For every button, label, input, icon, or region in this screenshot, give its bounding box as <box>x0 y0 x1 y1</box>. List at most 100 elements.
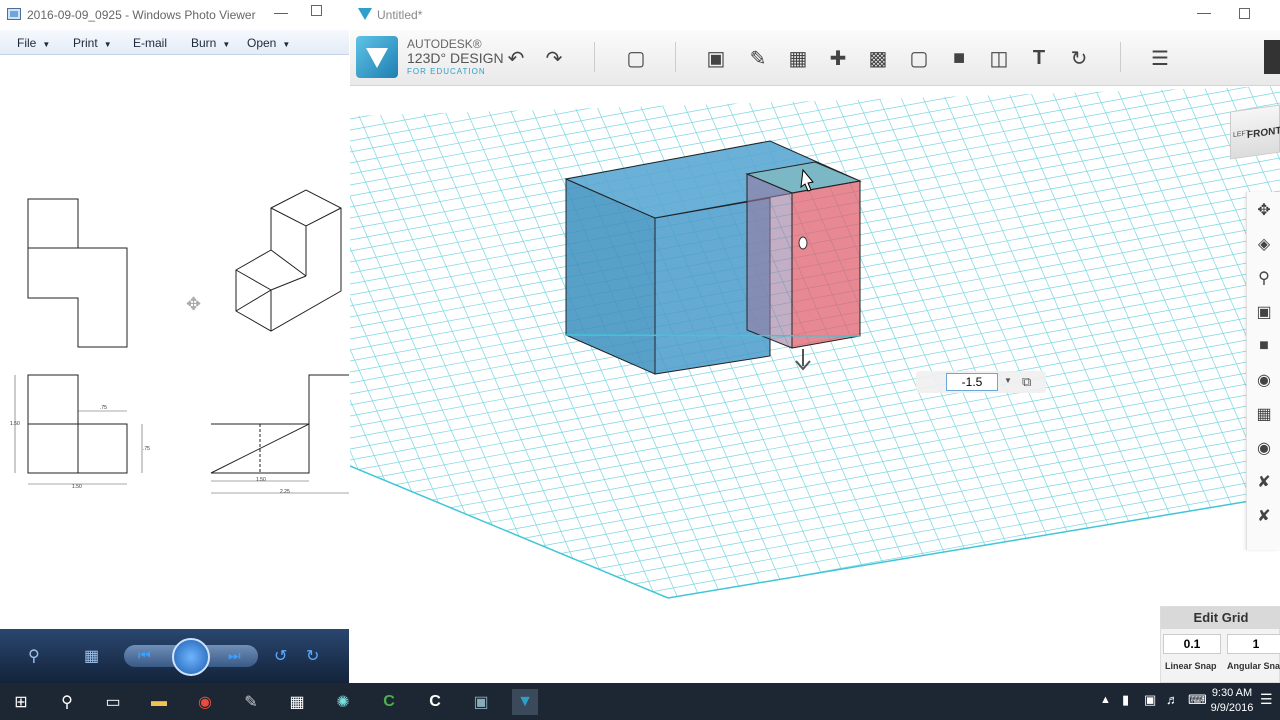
network-icon[interactable]: ▣ <box>1144 692 1156 708</box>
grid-line <box>350 377 1280 549</box>
grid-line <box>350 454 1280 598</box>
text-icon[interactable]: T <box>1025 44 1053 72</box>
clock[interactable]: 9:30 AM 9/9/2016 <box>1210 686 1254 716</box>
chrome-icon[interactable]: ◉ <box>192 689 218 715</box>
operation-type-icon[interactable]: ⧉ <box>1022 374 1031 390</box>
grouping-icon[interactable]: ▢ <box>905 44 933 72</box>
menu-email[interactable]: E-mail <box>133 36 167 50</box>
menu-open[interactable]: Open ▼ <box>247 36 290 50</box>
hide-icon[interactable]: ✘ <box>1252 504 1276 528</box>
dim-label: 1.50 <box>72 484 82 490</box>
123d-design-taskbar-icon[interactable]: ▼ <box>512 689 538 715</box>
battery-icon[interactable]: ▮ <box>1122 692 1129 708</box>
view-cube-front[interactable]: FRONT <box>1247 125 1280 141</box>
redo-icon[interactable]: ↷ <box>540 44 568 72</box>
photo-viewer-taskbar-icon[interactable]: ▣ <box>468 689 494 715</box>
zoom-icon[interactable]: ⚲ <box>28 646 40 666</box>
brand-line2: 123D° DESIGN <box>407 50 504 66</box>
design-app-window: Untitled* — AUTODESK® 123D° DESIGN FOR E… <box>350 0 1280 683</box>
dim-label: .75 <box>100 405 107 411</box>
fit-icon[interactable]: ▣ <box>1252 300 1276 324</box>
loading-app-icon[interactable]: ✺ <box>330 689 356 715</box>
primitives-icon[interactable]: ▣ <box>702 44 730 72</box>
slideshow-button[interactable] <box>172 638 210 676</box>
measure-icon[interactable]: ◫ <box>985 44 1013 72</box>
file-explorer-icon[interactable]: ▬ <box>146 689 172 715</box>
keyboard-icon[interactable]: ⌨ <box>1188 692 1207 708</box>
edit-grid-button[interactable]: Edit Grid <box>1161 607 1280 629</box>
rotate-left-icon[interactable]: ↺ <box>274 646 287 666</box>
modify-icon[interactable]: ✚ <box>824 44 852 72</box>
orbit-icon[interactable]: ◈ <box>1252 232 1276 256</box>
start-icon[interactable]: ⊞ <box>8 689 34 715</box>
chevron-down-icon: ▼ <box>282 40 291 49</box>
paint-icon[interactable]: ✎ <box>238 689 264 715</box>
grid-line <box>350 322 1280 494</box>
view-icon[interactable]: ■ <box>1252 334 1276 358</box>
combine-icon[interactable]: ■ <box>945 44 973 72</box>
grid-line <box>350 86 1280 109</box>
clock-date: 9/9/2016 <box>1210 702 1254 714</box>
sketch-icon[interactable]: ✎ <box>744 44 772 72</box>
linear-snap-label: Linear Snap <box>1165 661 1217 671</box>
undo-icon[interactable]: ↶ <box>502 44 530 72</box>
brand-line3: FOR EDUCATION <box>407 67 486 76</box>
red-extrude-box <box>745 161 862 349</box>
toolbar-divider <box>1120 42 1121 72</box>
app-title: Untitled* <box>377 8 423 22</box>
grid-edge <box>350 465 1280 599</box>
snap-icon[interactable]: ↻ <box>1065 44 1093 72</box>
pattern-icon[interactable]: ▩ <box>864 44 892 72</box>
camtasia-icon[interactable]: C <box>376 689 402 715</box>
chevron-down-icon[interactable]: ▼ <box>1004 376 1012 385</box>
previous-icon[interactable]: ⏮ <box>138 647 151 664</box>
chevron-up-icon[interactable]: ▲ <box>1100 694 1111 706</box>
camtasia-recorder-icon[interactable]: C <box>422 689 448 715</box>
eye-icon[interactable]: ◉ <box>1252 368 1276 392</box>
next-icon[interactable]: ⏭ <box>228 647 241 664</box>
isometric-outline <box>235 189 342 332</box>
task-view-icon[interactable]: ▭ <box>100 689 126 715</box>
snap-grid-icon[interactable]: ✘ <box>1252 470 1276 494</box>
zoom-icon[interactable]: ⚲ <box>1252 266 1276 290</box>
linear-snap-field[interactable]: 0.1 <box>1163 634 1221 654</box>
material-icon[interactable]: ☰ <box>1146 44 1174 72</box>
camera-icon[interactable]: ◉ <box>1252 436 1276 460</box>
minimize-icon[interactable]: — <box>274 4 288 20</box>
photo-viewer-window: 2016-09-09_0925 - Windows Photo Viewer —… <box>0 0 349 683</box>
search-icon[interactable]: ⚲ <box>54 689 80 715</box>
navigation-bar: ✥ ◈ ⚲ ▣ ■ ◉ ▦ ◉ ✘ ✘ <box>1246 192 1280 550</box>
dim-label: .75 <box>143 446 150 452</box>
extrude-arrow <box>795 349 811 371</box>
materials-icon[interactable]: ▦ <box>1252 402 1276 426</box>
menu-print[interactable]: Print ▼ <box>73 36 112 50</box>
maximize-icon[interactable] <box>311 5 322 16</box>
menu-burn[interactable]: Burn ▼ <box>191 36 230 50</box>
extrude-value-panel: ▼ ⧉ <box>916 371 1046 393</box>
minimize-icon[interactable]: — <box>1197 4 1211 20</box>
menu-file-label: File <box>17 36 37 50</box>
dim-label: 1.50 <box>256 477 266 483</box>
grid-line <box>350 86 519 598</box>
pan-icon[interactable]: ✥ <box>1252 198 1276 222</box>
rotate-right-icon[interactable]: ↻ <box>306 646 319 666</box>
grid-line <box>350 564 1280 598</box>
actual-size-icon[interactable]: ▦ <box>84 646 99 666</box>
app-menu-button[interactable] <box>356 36 398 78</box>
menu-burn-label: Burn <box>191 36 217 50</box>
notifications-icon[interactable]: ☰ <box>1260 691 1273 708</box>
calculator-icon[interactable]: ▦ <box>284 689 310 715</box>
menu-file[interactable]: File ▼ <box>17 36 50 50</box>
extrude-value-input[interactable] <box>946 373 998 391</box>
3d-viewport[interactable]: ▼ ⧉ LEFT FRONT ✥ ◈ ⚲ ▣ ■ ◉ ▦ ◉ ✘ ✘ Edit … <box>350 86 1280 683</box>
grid-line <box>350 86 1280 164</box>
chevron-down-icon: ▼ <box>103 40 112 49</box>
volume-icon[interactable]: ♬ <box>1166 692 1179 707</box>
view-cube[interactable]: LEFT FRONT <box>1230 104 1280 160</box>
side-view-outline <box>210 374 349 474</box>
transform-icon[interactable]: ▢ <box>622 44 650 72</box>
angular-snap-field[interactable]: 1 <box>1227 634 1280 654</box>
grid-line <box>350 333 1280 505</box>
construct-icon[interactable]: ▦ <box>784 44 812 72</box>
maximize-icon[interactable] <box>1239 8 1250 19</box>
